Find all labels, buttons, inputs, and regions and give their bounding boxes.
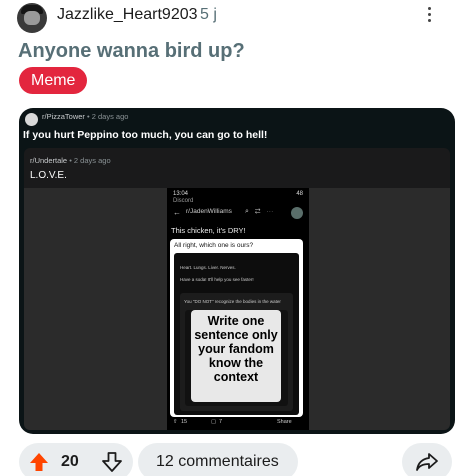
phone-share: Share: [277, 419, 292, 425]
card-line-1: Heart. Lungs. Liver. Nerves.: [180, 265, 236, 270]
card-title: All right, which one is ours?: [174, 242, 254, 249]
embed-time: 2 days ago: [91, 112, 129, 121]
inner-time: 2 days ago: [73, 156, 111, 165]
embed-header: r/PizzaTower • 2 days ago: [42, 112, 129, 121]
vote-score: 20: [61, 453, 79, 470]
phone-battery: 48: [296, 191, 303, 197]
post-title[interactable]: Anyone wanna bird up?: [18, 40, 245, 63]
subreddit-icon: [25, 113, 38, 126]
embed-title: If you hurt Peppino too much, you can go…: [23, 129, 268, 141]
phone-user: r/JadenWilliams: [186, 208, 232, 215]
comment-card: All right, which one is ours? Heart. Lun…: [170, 239, 303, 417]
upvote-arrow-icon[interactable]: [28, 451, 50, 473]
embed-subreddit: r/PizzaTower: [42, 112, 85, 121]
comments-label: 12 commentaires: [156, 453, 279, 470]
avatar-face: [24, 11, 40, 25]
inner-title: L.O.V.E.: [30, 170, 67, 181]
flair-badge[interactable]: Meme: [19, 67, 88, 94]
phone-screenshot: 13:04 Discord 48 ← r/JadenWilliams ⌕ ⇄ ⋯…: [167, 188, 309, 430]
downvote-arrow-icon[interactable]: [101, 451, 123, 473]
phone-upvote-icon: ⇧: [173, 419, 178, 425]
phone-toolbar-icons: ⌕ ⇄ ⋯: [245, 208, 276, 215]
video-frame: 13:04 Discord 48 ← r/JadenWilliams ⌕ ⇄ ⋯…: [24, 188, 450, 430]
phone-upvotes: 15: [181, 419, 188, 425]
more-options-icon[interactable]: [423, 4, 435, 28]
post-time: 5 j: [200, 6, 217, 23]
card-line-3: You "DO NOT" recognize the bodies in the…: [184, 299, 281, 304]
phone-post-text: This chicken, it's DRY!: [171, 226, 246, 235]
nested-comment: You "DO NOT" recognize the bodies in the…: [180, 293, 293, 411]
phone-avatar: [291, 207, 303, 219]
meme-text: Write one sentence only your fandom know…: [191, 310, 281, 402]
phone-comments: 7: [219, 419, 223, 425]
share-button[interactable]: [402, 443, 452, 476]
back-arrow-icon: ←: [173, 208, 181, 217]
post-media[interactable]: r/PizzaTower • 2 days ago If you hurt Pe…: [19, 108, 455, 434]
comments-button[interactable]: 12 commentaires: [138, 443, 298, 476]
inner-crosspost: r/Undertale • 2 days ago L.O.V.E. 13:04 …: [24, 148, 450, 430]
phone-status-time: 13:04: [173, 191, 189, 197]
inner-header: r/Undertale • 2 days ago: [30, 156, 111, 165]
user-avatar[interactable]: [17, 3, 47, 33]
card-line-2: Have a soda! It'll help you see faster!: [180, 277, 254, 282]
card-inner: Heart. Lungs. Liver. Nerves. Have a soda…: [174, 253, 299, 415]
meme-frame: Write one sentence only your fandom know…: [185, 310, 288, 406]
inner-subreddit: r/Undertale: [30, 156, 68, 165]
phone-status-sub: Discord: [173, 198, 194, 204]
phone-comment-icon: ▢: [211, 419, 217, 425]
vote-bar: 20: [19, 443, 133, 476]
share-arrow-icon: [416, 453, 438, 471]
username[interactable]: Jazzlike_Heart9203: [57, 6, 198, 24]
